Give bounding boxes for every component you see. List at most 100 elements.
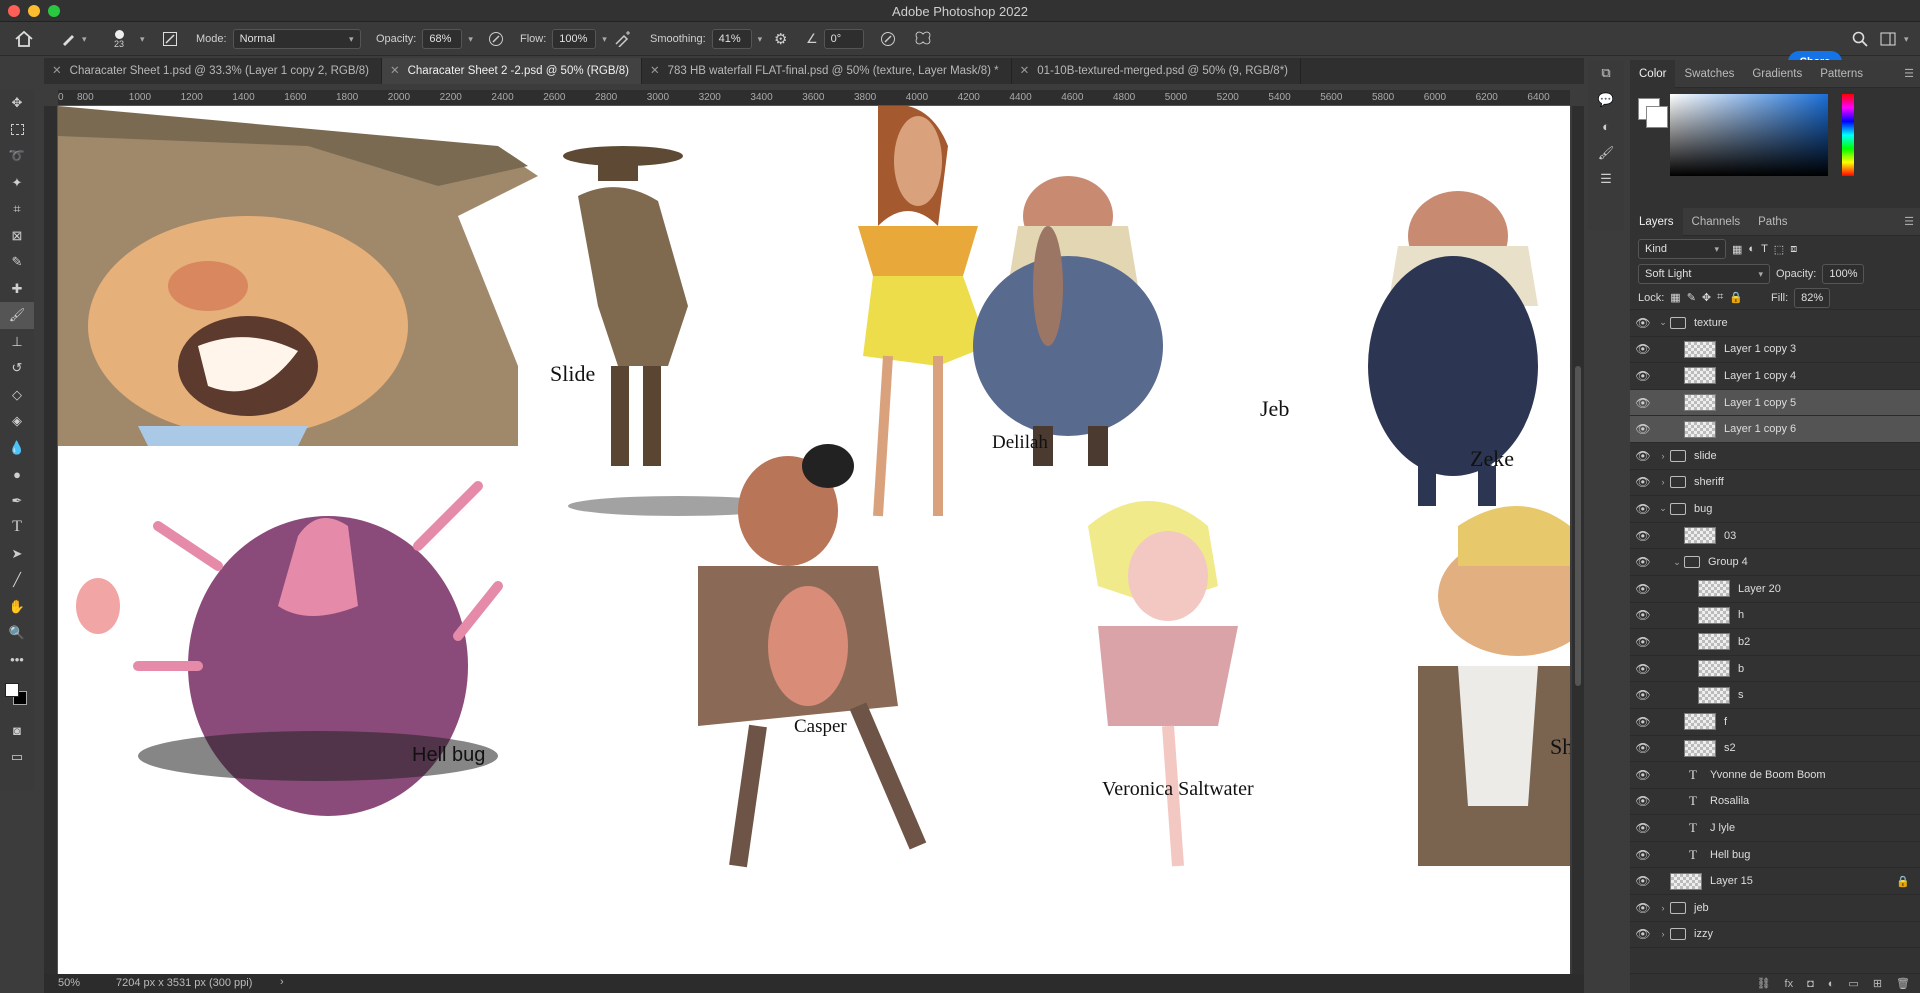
layer-filter-kind-select[interactable]: Kind ▾	[1638, 239, 1726, 259]
visibility-eye-icon[interactable]: 👁	[1630, 688, 1656, 702]
smoothing-field[interactable]: 41%	[711, 29, 752, 49]
foreground-background-color-icon[interactable]	[0, 673, 34, 717]
visibility-eye-icon[interactable]: 👁	[1630, 794, 1656, 808]
visibility-eye-icon[interactable]: 👁	[1630, 449, 1656, 463]
visibility-eye-icon[interactable]: 👁	[1630, 396, 1656, 410]
eyedropper-tool-icon[interactable]: ✎	[0, 249, 34, 276]
status-menu-chevron-icon[interactable]: ›	[280, 976, 284, 988]
canvas-area[interactable]: Slide Delilah Jeb Zeke Hell bug Casper V…	[58, 106, 1570, 974]
history-brush-tool-icon[interactable]: ↺	[0, 355, 34, 382]
comments-panel-icon[interactable]: 💬	[1588, 87, 1624, 114]
clone-stamp-tool-icon[interactable]: ⊥	[0, 329, 34, 356]
search-icon[interactable]	[1852, 22, 1868, 56]
brush-angle-field[interactable]: 0°	[823, 29, 864, 49]
color-field[interactable]	[1670, 94, 1828, 176]
doc-tab[interactable]: ✕ 01-10B-textured-merged.psd @ 50% (9, RG…	[1012, 58, 1302, 84]
lasso-tool-icon[interactable]: ➰	[0, 143, 34, 170]
layer-row[interactable]: 👁 T Yvonne de Boom Boom	[1630, 762, 1920, 789]
layer-expand-chevron-icon[interactable]: ⌄	[1656, 317, 1670, 328]
zoom-tool-icon[interactable]: 🔍	[0, 620, 34, 647]
filter-shape-icon[interactable]: ⬚	[1774, 243, 1784, 256]
visibility-eye-icon[interactable]: 👁	[1630, 821, 1656, 835]
layer-row[interactable]: 👁 › sheriff	[1630, 470, 1920, 497]
flow-field[interactable]: 100%	[552, 29, 597, 49]
visibility-eye-icon[interactable]: 👁	[1630, 715, 1656, 729]
add-mask-icon[interactable]: ◘	[1807, 978, 1814, 990]
filter-adjustment-icon[interactable]: ◐	[1748, 243, 1755, 255]
close-tab-icon[interactable]: ✕	[390, 58, 400, 84]
visibility-eye-icon[interactable]: 👁	[1630, 316, 1656, 330]
visibility-eye-icon[interactable]: 👁	[1630, 874, 1656, 888]
more-tools-icon[interactable]: •••	[0, 647, 34, 674]
brush-tool-preset-icon[interactable]: ▾	[60, 22, 87, 56]
close-tab-icon[interactable]: ✕	[52, 58, 62, 84]
fill-field[interactable]: 82%	[1794, 287, 1831, 308]
layer-row[interactable]: 👁 Layer 1 copy 3	[1630, 337, 1920, 364]
new-adjustment-icon[interactable]: ◐	[1828, 978, 1835, 990]
visibility-eye-icon[interactable]: 👁	[1630, 529, 1656, 543]
paint-bucket-tool-icon[interactable]: ◈	[0, 408, 34, 435]
layer-row[interactable]: 👁 s2	[1630, 736, 1920, 763]
doc-tab[interactable]: ✕ Characater Sheet 1.psd @ 33.3% (Layer 1…	[44, 58, 382, 84]
lock-transparent-icon[interactable]: ▦	[1670, 291, 1680, 304]
visibility-eye-icon[interactable]: 👁	[1630, 502, 1656, 516]
blur-tool-icon[interactable]: 💧	[0, 435, 34, 462]
lock-all-icon[interactable]: 🔒	[1729, 291, 1743, 304]
flow-chevron-icon[interactable]: ▾	[602, 34, 607, 45]
visibility-eye-icon[interactable]: 👁	[1630, 582, 1656, 596]
blend-mode-select[interactable]: Soft Light ▾	[1638, 264, 1770, 284]
tab-paths[interactable]: Paths	[1749, 208, 1796, 236]
hand-tool-icon[interactable]: ✋	[0, 594, 34, 621]
filter-smart-object-icon[interactable]: ⧈	[1790, 243, 1797, 256]
lock-position-icon[interactable]: ✥	[1702, 291, 1711, 304]
visibility-eye-icon[interactable]: 👁	[1630, 901, 1656, 915]
layer-row[interactable]: 👁 ⌄ Group 4	[1630, 549, 1920, 576]
layer-row[interactable]: 👁 › jeb	[1630, 895, 1920, 922]
new-group-icon[interactable]: ▭	[1848, 977, 1858, 990]
layer-row[interactable]: 👁 h	[1630, 603, 1920, 630]
layer-expand-chevron-icon[interactable]: ⌄	[1656, 503, 1670, 514]
opacity-field[interactable]: 68%	[422, 29, 463, 49]
layer-expand-chevron-icon[interactable]: ›	[1656, 477, 1670, 487]
visibility-eye-icon[interactable]: 👁	[1630, 662, 1656, 676]
lock-artboard-icon[interactable]: ⌗	[1717, 291, 1723, 304]
layer-row[interactable]: 👁 s	[1630, 682, 1920, 709]
frame-tool-icon[interactable]: ⊠	[0, 223, 34, 250]
visibility-eye-icon[interactable]: 👁	[1630, 768, 1656, 782]
quick-mask-icon[interactable]: ◙	[0, 717, 34, 744]
layer-expand-chevron-icon[interactable]: ›	[1656, 903, 1670, 913]
healing-brush-tool-icon[interactable]: ✚	[0, 276, 34, 303]
dodge-tool-icon[interactable]: ●	[0, 461, 34, 488]
background-swatch[interactable]	[1646, 106, 1668, 128]
layer-opacity-field[interactable]: 100%	[1822, 264, 1865, 284]
visibility-eye-icon[interactable]: 👁	[1630, 848, 1656, 862]
layer-row[interactable]: 👁 ⌄ texture	[1630, 310, 1920, 337]
close-tab-icon[interactable]: ✕	[1020, 58, 1030, 84]
visibility-eye-icon[interactable]: 👁	[1630, 475, 1656, 489]
layer-expand-chevron-icon[interactable]: ›	[1656, 929, 1670, 939]
symmetry-butterfly-icon[interactable]	[914, 22, 932, 56]
layer-row[interactable]: 👁 Layer 15 🔒	[1630, 868, 1920, 896]
path-selection-tool-icon[interactable]: ➤	[0, 541, 34, 568]
airbrush-icon[interactable]	[614, 22, 632, 56]
layer-row[interactable]: 👁 f	[1630, 709, 1920, 736]
pen-tool-icon[interactable]: ✒	[0, 488, 34, 515]
layer-row[interactable]: 👁 T Hell bug	[1630, 842, 1920, 869]
layer-expand-chevron-icon[interactable]: ⌄	[1670, 557, 1684, 568]
tab-color[interactable]: Color	[1630, 59, 1676, 88]
layer-row[interactable]: 👁 Layer 1 copy 5	[1630, 389, 1920, 417]
filter-pixel-icon[interactable]: ▦	[1732, 243, 1742, 256]
screen-mode-icon[interactable]: ▭	[0, 744, 34, 771]
layer-row[interactable]: 👁 b	[1630, 656, 1920, 683]
smoothing-chevron-icon[interactable]: ▾	[758, 34, 763, 45]
layer-row[interactable]: 👁 ⌄ bug	[1630, 496, 1920, 523]
mode-select[interactable]: Normal ▾	[232, 29, 361, 49]
properties-panel-icon[interactable]: ☰	[1588, 166, 1624, 193]
visibility-eye-icon[interactable]: 👁	[1630, 635, 1656, 649]
type-tool-icon[interactable]: T	[0, 514, 34, 541]
visibility-eye-icon[interactable]: 👁	[1630, 741, 1656, 755]
layers-panel-menu-icon[interactable]: ☰	[1904, 215, 1914, 228]
hue-slider[interactable]	[1842, 94, 1854, 176]
doc-tab-active[interactable]: ✕ Characater Sheet 2 -2.psd @ 50% (RGB/8)	[381, 58, 642, 84]
layer-row[interactable]: 👁 › slide	[1630, 443, 1920, 470]
